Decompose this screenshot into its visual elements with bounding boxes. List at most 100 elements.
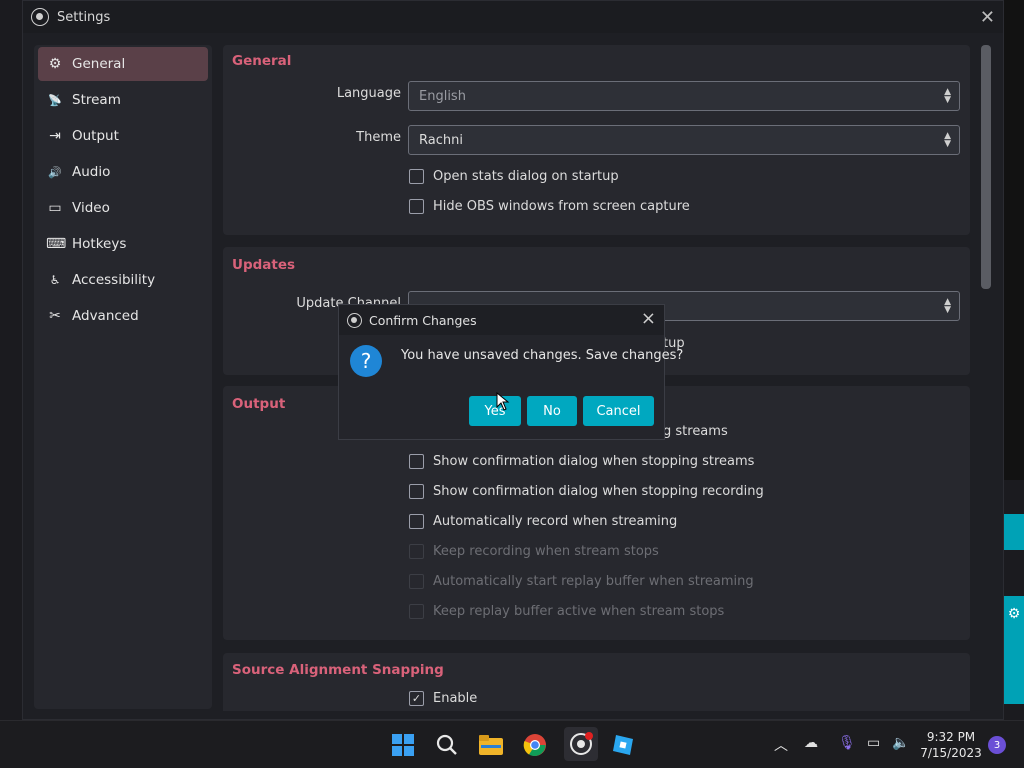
snapping-title: Source Alignment Snapping bbox=[232, 662, 444, 678]
checkbox-label: Show confirmation dialog when stopping r… bbox=[433, 484, 764, 499]
dialog-titlebar: Confirm Changes × bbox=[339, 305, 664, 335]
checkbox-open-stats[interactable]: Open stats dialog on startup bbox=[409, 169, 619, 184]
language-select[interactable]: English ▲ ▼ bbox=[408, 81, 960, 111]
sidebar-item-label: Audio bbox=[72, 164, 111, 180]
general-title: General bbox=[232, 53, 292, 69]
dialog-close-icon[interactable]: × bbox=[641, 308, 656, 329]
dialog-title: Confirm Changes bbox=[369, 312, 477, 328]
monitor-icon: ▭ bbox=[48, 200, 62, 216]
window-title: Settings bbox=[57, 9, 111, 25]
sidebar-item-label: Stream bbox=[72, 92, 121, 108]
mouse-cursor-icon bbox=[496, 392, 510, 411]
clock-time: 9:32 PM bbox=[926, 730, 976, 744]
chrome-icon[interactable] bbox=[521, 731, 549, 759]
output-title: Output bbox=[232, 396, 286, 412]
display-icon[interactable]: ▭ bbox=[867, 735, 880, 751]
accessibility-icon: ♿ bbox=[49, 273, 61, 287]
search-icon[interactable] bbox=[433, 731, 461, 759]
notification-badge[interactable]: 3 bbox=[988, 736, 1006, 754]
checkbox-box[interactable] bbox=[409, 514, 424, 529]
sidebar-item-advanced[interactable]: ✂ Advanced bbox=[38, 299, 208, 333]
dialog-message: You have unsaved changes. Save changes? bbox=[401, 348, 684, 363]
vertical-scrollbar[interactable] bbox=[981, 45, 991, 289]
checkbox-auto-record[interactable]: Automatically record when streaming bbox=[409, 514, 677, 529]
broadcast-icon: 📡 bbox=[48, 93, 62, 107]
sidebar-item-audio[interactable]: 🔊 Audio bbox=[38, 155, 208, 189]
obs-logo-icon bbox=[31, 8, 49, 26]
file-explorer-icon[interactable] bbox=[477, 731, 505, 759]
checkbox-box bbox=[409, 574, 424, 589]
sidebar-item-label: General bbox=[72, 56, 126, 72]
microphone-icon[interactable]: 🎙 bbox=[838, 735, 856, 751]
updown-arrow-icon: ▲ ▼ bbox=[944, 131, 951, 149]
updown-arrow-icon: ▲ ▼ bbox=[944, 87, 951, 105]
output-partial-check: g streams bbox=[663, 424, 728, 439]
checkbox-hide-obs[interactable]: Hide OBS windows from screen capture bbox=[409, 199, 690, 214]
confirm-changes-dialog: Confirm Changes × ? You have unsaved cha… bbox=[338, 304, 683, 440]
sidebar-item-label: Hotkeys bbox=[72, 236, 127, 252]
theme-select[interactable]: Rachni ▲ ▼ bbox=[408, 125, 960, 155]
background-button bbox=[1004, 632, 1024, 668]
cloud-off-icon[interactable]: ☁ bbox=[804, 735, 818, 751]
sidebar-item-stream[interactable]: 📡 Stream bbox=[38, 83, 208, 117]
updown-arrow-icon: ▲ ▼ bbox=[944, 297, 951, 315]
keyboard-icon: ⌨ bbox=[46, 236, 67, 252]
checkbox-label: Keep recording when stream stops bbox=[433, 544, 659, 559]
wrench-icon: ✂ bbox=[49, 308, 61, 324]
theme-label: Theme bbox=[356, 130, 401, 145]
no-button[interactable]: No bbox=[527, 396, 577, 426]
background-button bbox=[1004, 668, 1024, 704]
sidebar-item-general[interactable]: ⚙ General bbox=[38, 47, 208, 81]
window-close-icon[interactable]: ✕ bbox=[980, 7, 995, 28]
taskbar: ︿ ☁ 🎙 ▭ 🔈 9:32 PM 7/15/2023 3 bbox=[0, 720, 1024, 768]
sidebar-item-hotkeys[interactable]: ⌨ Hotkeys bbox=[38, 227, 208, 261]
clock-date: 7/15/2023 bbox=[920, 746, 982, 760]
window-titlebar: Settings ✕ bbox=[23, 1, 1003, 33]
sidebar-item-output[interactable]: ⇥ Output bbox=[38, 119, 208, 153]
question-icon: ? bbox=[350, 345, 382, 377]
speaker-icon: 🔊 bbox=[48, 165, 62, 179]
language-label: Language bbox=[336, 86, 401, 101]
checkbox-box[interactable] bbox=[409, 199, 424, 214]
taskbar-clock[interactable]: 9:32 PM 7/15/2023 bbox=[916, 729, 986, 761]
checkbox-box bbox=[409, 544, 424, 559]
checkbox-label: Enable bbox=[433, 691, 478, 706]
checkbox-box bbox=[409, 604, 424, 619]
checkbox-label: Show confirmation dialog when stopping s… bbox=[433, 454, 755, 469]
checkmark-icon[interactable]: ✓ bbox=[409, 691, 424, 706]
sidebar-item-label: Accessibility bbox=[72, 272, 156, 288]
sidebar-item-label: Advanced bbox=[72, 308, 139, 324]
windows-start-icon[interactable] bbox=[389, 731, 417, 759]
output-icon: ⇥ bbox=[49, 128, 61, 144]
checkbox-box[interactable] bbox=[409, 454, 424, 469]
sidebar-item-video[interactable]: ▭ Video bbox=[38, 191, 208, 225]
sidebar-item-accessibility[interactable]: ♿ Accessibility bbox=[38, 263, 208, 297]
settings-sidebar: ⚙ General 📡 Stream ⇥ Output 🔊 Audio ▭ Vi… bbox=[34, 45, 212, 709]
checkbox-label: Automatically start replay buffer when s… bbox=[433, 574, 754, 589]
obs-taskbar-icon[interactable] bbox=[564, 727, 598, 761]
chevron-up-icon[interactable]: ︿ bbox=[774, 735, 788, 755]
checkbox-box[interactable] bbox=[409, 484, 424, 499]
checkbox-label: Keep replay buffer active when stream st… bbox=[433, 604, 725, 619]
checkbox-keep-replay: Keep replay buffer active when stream st… bbox=[409, 604, 724, 619]
checkbox-label: Automatically record when streaming bbox=[433, 514, 678, 529]
gear-icon: ⚙ bbox=[48, 56, 62, 72]
checkbox-confirm-stop-stream[interactable]: Show confirmation dialog when stopping s… bbox=[409, 454, 754, 469]
checkbox-enable-snapping[interactable]: ✓ Enable bbox=[409, 691, 477, 706]
updates-title: Updates bbox=[232, 257, 296, 273]
checkbox-keep-recording: Keep recording when stream stops bbox=[409, 544, 659, 559]
roblox-studio-icon[interactable] bbox=[609, 731, 637, 759]
checkbox-box[interactable] bbox=[409, 169, 424, 184]
obs-logo-icon bbox=[347, 312, 362, 328]
background-gear-icon: ⚙ bbox=[1004, 596, 1024, 632]
checkbox-auto-replay: Automatically start replay buffer when s… bbox=[409, 574, 754, 589]
general-group: General Language English ▲ ▼ Theme Rachni… bbox=[223, 45, 970, 235]
yes-button[interactable]: Yes bbox=[469, 396, 521, 426]
checkbox-confirm-stop-record[interactable]: Show confirmation dialog when stopping r… bbox=[409, 484, 764, 499]
sidebar-item-label: Output bbox=[72, 128, 119, 144]
background-obs-left bbox=[0, 0, 22, 720]
checkbox-label: Open stats dialog on startup bbox=[433, 169, 619, 184]
volume-icon[interactable]: 🔈 bbox=[892, 735, 909, 751]
language-value: English bbox=[419, 88, 466, 104]
cancel-button[interactable]: Cancel bbox=[583, 396, 654, 426]
